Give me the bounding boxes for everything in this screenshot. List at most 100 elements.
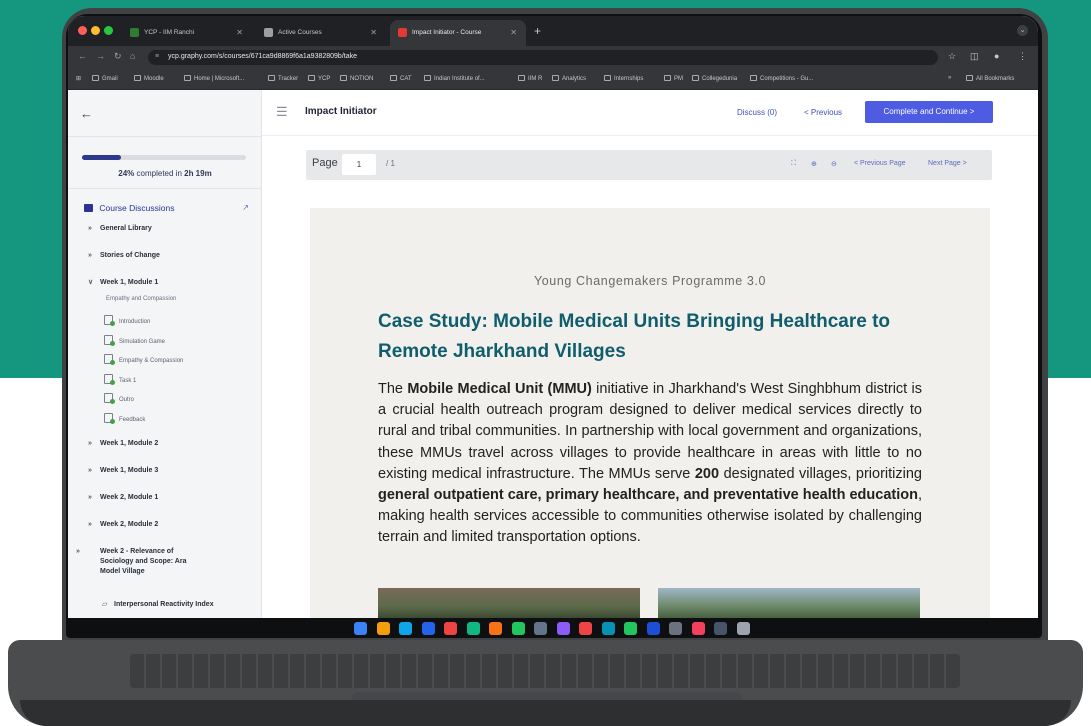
dock-app-icon[interactable] xyxy=(421,622,435,635)
folder-icon xyxy=(308,75,315,81)
module-item[interactable]: » Week 1, Module 3 xyxy=(88,466,158,476)
dock-app-icon[interactable] xyxy=(624,622,637,635)
back-icon[interactable]: ← xyxy=(78,51,87,61)
module-item[interactable]: » Week 1, Module 2 xyxy=(88,439,158,449)
plus-icon[interactable]: + xyxy=(534,24,541,38)
tab-close-icon[interactable]: ✕ xyxy=(510,28,517,37)
pdf-toolbar: Page 1 / 1 ⛶ ⊕ ⊖ < Previous Page Next Pa… xyxy=(306,150,992,180)
reload-icon[interactable]: ↻ xyxy=(114,51,122,62)
more-icon[interactable]: ⋮ xyxy=(1018,51,1027,62)
home-icon[interactable]: ⌂ xyxy=(130,51,135,61)
dock-app-icon[interactable] xyxy=(736,622,750,635)
zoom-out-icon[interactable]: ⊖ xyxy=(831,160,837,168)
lesson-complete-icon xyxy=(104,413,115,424)
module-item[interactable]: » Stories of Change xyxy=(88,251,160,261)
bookmark-icon xyxy=(92,75,99,81)
lesson-item[interactable]: Introduction xyxy=(104,315,150,326)
folder-icon xyxy=(390,75,397,81)
dock-app-icon[interactable] xyxy=(354,622,367,635)
lesson-complete-icon xyxy=(104,354,115,365)
lesson-item[interactable]: Simulation Game xyxy=(104,335,165,346)
fullscreen-icon[interactable]: ⛶ xyxy=(791,160,796,168)
favicon-icon xyxy=(130,28,139,37)
forward-icon[interactable]: → xyxy=(96,51,105,61)
site-info-icon[interactable]: ≡ xyxy=(155,53,159,60)
dock-app-icon[interactable] xyxy=(691,622,705,635)
bookmark-item[interactable]: Moodle xyxy=(134,75,164,82)
dock-app-icon[interactable] xyxy=(556,622,570,635)
bookmark-item[interactable]: Competitions - Gu... xyxy=(750,75,813,82)
dock-app-icon[interactable] xyxy=(376,622,390,635)
bookmark-item[interactable]: IIM R xyxy=(518,75,542,82)
browser-tab[interactable]: Active Courses ✕ xyxy=(256,20,386,46)
module-item-expanded[interactable]: ∨ Week 1, Module 1 xyxy=(88,278,158,288)
star-icon[interactable]: ☆ xyxy=(948,51,956,62)
url-input[interactable]: ≡ ycp.graphy.com/s/courses/671ca9d8869f6… xyxy=(148,50,938,65)
zoom-in-icon[interactable]: ⊕ xyxy=(811,160,817,168)
all-bookmarks-item[interactable]: All Bookmarks xyxy=(966,75,1014,82)
chevron-right-icon: » xyxy=(76,548,80,555)
discuss-link[interactable]: Discuss (0) xyxy=(737,108,777,117)
bookmark-item[interactable]: NOTION xyxy=(340,75,373,82)
bookmark-item[interactable]: YCP xyxy=(308,75,330,82)
previous-page-button[interactable]: < Previous Page xyxy=(854,160,906,167)
current-lesson-item[interactable]: ▱ Interpersonal Reactivity Index xyxy=(102,600,222,610)
dock-app-icon[interactable] xyxy=(489,622,502,635)
dock-app-icon[interactable] xyxy=(399,622,412,635)
page-number-input[interactable]: 1 xyxy=(342,154,376,175)
chevron-right-icon: » xyxy=(88,494,92,501)
bookmark-item[interactable]: Home | Microsoft... xyxy=(184,75,244,82)
bookmark-item[interactable]: Gmail xyxy=(92,75,118,82)
bookmark-icon xyxy=(134,75,141,81)
bookmark-item[interactable]: Internships xyxy=(604,75,643,82)
bookmark-item[interactable]: Tracker xyxy=(268,75,298,82)
browser-tab-active[interactable]: Impact Initiator - Course ✕ xyxy=(390,20,526,46)
lesson-item[interactable]: Empathy & Compassion xyxy=(104,354,183,365)
back-arrow-icon[interactable]: ← xyxy=(80,106,93,121)
dock-app-icon[interactable] xyxy=(646,622,660,635)
dock-app-icon[interactable] xyxy=(444,622,457,635)
bookmark-item[interactable]: Collegedunia xyxy=(692,75,737,82)
dock-app-icon[interactable] xyxy=(669,622,682,635)
module-item[interactable]: » Week 2, Module 1 xyxy=(88,493,158,503)
browser-tab[interactable]: YCP - IIM Ranchi ✕ xyxy=(122,20,252,46)
minimize-window-icon[interactable] xyxy=(91,26,100,35)
dock-app-icon[interactable] xyxy=(534,622,547,635)
extensions-icon[interactable]: ◫ xyxy=(970,51,979,62)
more-bookmarks-icon[interactable]: » xyxy=(948,75,951,81)
module-item[interactable]: » Week 2, Module 2 xyxy=(88,520,158,530)
dock-app-icon[interactable] xyxy=(511,622,525,635)
module-item[interactable]: » General Library xyxy=(88,224,152,234)
module-item[interactable]: » Week 2 - Relevance of Sociology and Sco… xyxy=(76,547,208,577)
lesson-item[interactable]: Outro xyxy=(104,393,134,404)
bookmark-item[interactable]: PM xyxy=(664,75,683,82)
external-link-icon[interactable]: ↗ xyxy=(242,203,249,212)
chevron-right-icon: » xyxy=(88,440,92,447)
bookmark-item[interactable]: Indian Institute of... xyxy=(424,75,485,82)
bookmark-item[interactable]: CAT xyxy=(390,75,412,82)
lesson-item[interactable]: Task 1 xyxy=(104,374,136,385)
course-discussions-link[interactable]: Course Discussions ↗ xyxy=(84,203,249,215)
course-title: Impact Initiator xyxy=(305,106,377,117)
dock-app-icon[interactable] xyxy=(601,622,615,635)
tab-close-icon[interactable]: ✕ xyxy=(236,28,243,37)
folder-icon xyxy=(552,75,559,81)
profile-icon[interactable]: ● xyxy=(994,51,999,61)
chevron-down-icon[interactable]: ⌄ xyxy=(1017,25,1028,36)
complete-and-continue-button[interactable]: Complete and Continue > xyxy=(865,101,993,123)
lesson-complete-icon xyxy=(104,374,115,385)
menu-icon[interactable]: ☰ xyxy=(276,104,288,120)
apps-icon[interactable]: ⊞ xyxy=(76,75,81,82)
dock-app-icon[interactable] xyxy=(714,622,727,635)
dock-app-icon[interactable] xyxy=(466,622,480,635)
folder-icon xyxy=(966,75,973,81)
close-window-icon[interactable] xyxy=(78,26,87,35)
lesson-item[interactable]: Feedback xyxy=(104,413,145,424)
progress-bar-fill xyxy=(82,155,122,160)
tab-close-icon[interactable]: ✕ xyxy=(370,28,377,37)
dock-app-icon[interactable] xyxy=(579,622,592,635)
maximize-window-icon[interactable] xyxy=(104,26,113,35)
bookmark-item[interactable]: Analytics xyxy=(552,75,586,82)
previous-button[interactable]: < Previous xyxy=(804,108,842,117)
next-page-button[interactable]: Next Page > xyxy=(928,160,967,167)
